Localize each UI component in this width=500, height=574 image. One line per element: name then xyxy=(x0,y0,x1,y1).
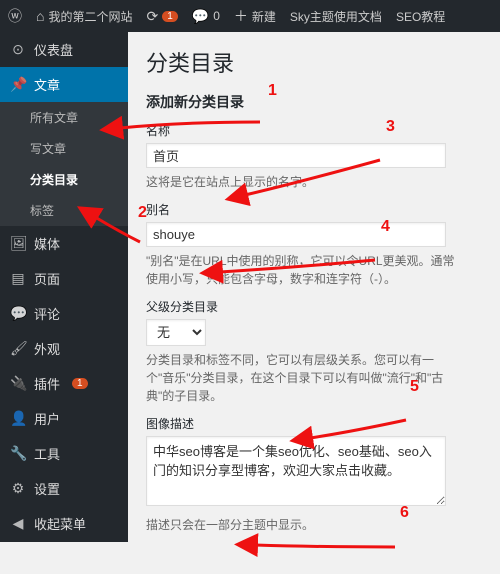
name-input[interactable] xyxy=(146,143,446,168)
wrench-icon: 🔧 xyxy=(10,445,26,462)
main-content: 分类目录 添加新分类目录 名称 这将是它在站点上显示的名字。 别名 "别名"是在… xyxy=(128,32,500,542)
pin-icon: 📌 xyxy=(10,76,26,93)
slug-desc: "别名"是在URL中使用的别称，它可以令URL更美观。通常使用小写，只能包含字母… xyxy=(146,252,456,288)
parent-desc: 分类目录和标签不同，它可以有层级关系。您可以有一个"音乐"分类目录，在这个目录下… xyxy=(146,351,456,405)
seo-tutorial-link[interactable]: SEO教程 xyxy=(396,8,445,25)
dashboard-icon: ⊙ xyxy=(10,41,26,58)
slug-label: 别名 xyxy=(146,201,482,218)
updates-link[interactable]: ⟳1 xyxy=(146,8,177,25)
slug-input[interactable] xyxy=(146,222,446,247)
submenu-all-posts[interactable]: 所有文章 xyxy=(0,102,128,133)
desc-label: 图像描述 xyxy=(146,415,482,432)
gear-icon: ⚙ xyxy=(10,480,26,497)
admin-bar: ⓦ ⌂我的第二个网站 ⟳1 💬0 ＋新建 Sky主题使用文档 SEO教程 xyxy=(0,0,500,32)
refresh-icon: ⟳ xyxy=(146,8,158,25)
menu-tools[interactable]: 🔧工具 xyxy=(0,436,128,471)
menu-media[interactable]: 🖼媒体 xyxy=(0,226,128,261)
add-heading: 添加新分类目录 xyxy=(146,92,482,112)
menu-pages[interactable]: ▤页面 xyxy=(0,261,128,296)
collapse-icon: ◀ xyxy=(10,515,26,532)
page-title: 分类目录 xyxy=(146,46,482,78)
menu-plugins[interactable]: 🔌插件1 xyxy=(0,366,128,401)
menu-posts[interactable]: 📌文章 xyxy=(0,67,128,102)
home-icon: ⌂ xyxy=(36,8,44,24)
plus-icon: ＋ xyxy=(234,6,248,26)
posts-submenu: 所有文章 写文章 分类目录 标签 xyxy=(0,102,128,226)
menu-appearance[interactable]: 🖌外观 xyxy=(0,331,128,366)
wp-logo[interactable]: ⓦ xyxy=(8,6,22,26)
parent-select[interactable]: 无 xyxy=(146,319,206,346)
parent-label: 父级分类目录 xyxy=(146,298,482,315)
new-link[interactable]: ＋新建 xyxy=(234,6,276,26)
menu-collapse[interactable]: ◀收起菜单 xyxy=(0,506,128,541)
desc-desc: 描述只会在一部分主题中显示。 xyxy=(146,516,456,534)
new-label: 新建 xyxy=(252,8,276,25)
plug-icon: 🔌 xyxy=(10,375,26,392)
submenu-categories[interactable]: 分类目录 xyxy=(0,164,128,195)
admin-sidebar: ⊙仪表盘 📌文章 所有文章 写文章 分类目录 标签 🖼媒体 ▤页面 💬评论 🖌外… xyxy=(0,32,128,542)
name-desc: 这将是它在站点上显示的名字。 xyxy=(146,173,456,191)
name-label: 名称 xyxy=(146,122,482,139)
menu-users[interactable]: 👤用户 xyxy=(0,401,128,436)
user-icon: 👤 xyxy=(10,410,26,427)
brush-icon: 🖌 xyxy=(10,340,26,357)
media-icon: 🖼 xyxy=(10,235,26,252)
site-link[interactable]: ⌂我的第二个网站 xyxy=(36,8,132,25)
comments-count: 0 xyxy=(213,9,220,23)
menu-dashboard[interactable]: ⊙仪表盘 xyxy=(0,32,128,67)
theme-docs-link[interactable]: Sky主题使用文档 xyxy=(290,8,382,25)
updates-badge: 1 xyxy=(162,11,178,22)
comments-link[interactable]: 💬0 xyxy=(192,8,220,25)
page-icon: ▤ xyxy=(10,270,26,287)
desc-textarea[interactable]: 中华seo博客是一个集seo优化、seo基础、seo入门的知识分享型博客，欢迎大… xyxy=(146,436,446,506)
comments-icon: 💬 xyxy=(10,305,26,322)
menu-comments[interactable]: 💬评论 xyxy=(0,296,128,331)
submenu-tags[interactable]: 标签 xyxy=(0,195,128,226)
submenu-new-post[interactable]: 写文章 xyxy=(0,133,128,164)
menu-settings[interactable]: ⚙设置 xyxy=(0,471,128,506)
comment-icon: 💬 xyxy=(192,8,209,25)
plugin-badge: 1 xyxy=(72,378,88,389)
site-name: 我的第二个网站 xyxy=(48,8,132,25)
